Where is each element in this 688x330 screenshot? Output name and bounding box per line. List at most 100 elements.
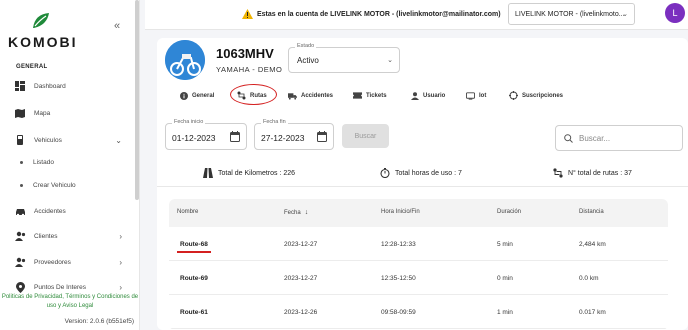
route-68-underline-annotation xyxy=(177,251,211,253)
stat-total-horas: Total horas de uso : 7 xyxy=(380,168,462,178)
logo[interactable]: KOMOBI xyxy=(8,8,78,50)
users-icon xyxy=(14,230,26,242)
app-root: KOMOBI « GENERAL Dashboard Mapa Vehiculo… xyxy=(0,0,688,330)
sidebar-item-label: Listado xyxy=(33,159,54,166)
calendar-icon[interactable] xyxy=(230,131,240,142)
tab-usuario[interactable]: Usuario xyxy=(410,91,445,100)
policy-link[interactable]: Politicas de Privacidad, Términos y Cond… xyxy=(0,293,140,311)
sidebar-item-label: Dashboard xyxy=(34,82,66,90)
chevron-down-icon: ⌄ xyxy=(115,135,122,145)
tab-label: Suscripciones xyxy=(522,92,564,99)
account-warning-text: Estas en la cuenta de LIVELINK MOTOR - (… xyxy=(257,10,501,18)
collapse-sidebar-icon[interactable]: « xyxy=(114,20,120,32)
column-header-nombre[interactable]: Nombre xyxy=(177,209,198,215)
vehicle-image xyxy=(165,40,205,80)
sidebar-item-label: Crear Vehiculo xyxy=(33,182,76,189)
cell-nombre[interactable]: Route-68 xyxy=(180,241,208,248)
cell-hora: 12:28-12:33 xyxy=(381,241,416,248)
sidebar-item-listado[interactable]: Listado xyxy=(20,159,54,166)
vehicle-icon xyxy=(14,134,26,146)
column-header-hora[interactable]: Hora Inicio/Fin xyxy=(381,209,420,215)
tab-general[interactable]: General xyxy=(179,91,214,100)
avatar[interactable]: L xyxy=(665,3,685,23)
users-icon xyxy=(14,256,26,268)
tab-label: General xyxy=(192,92,215,99)
sidebar-item-accidentes[interactable]: Accidentes xyxy=(14,202,130,220)
cell-hora: 09:58-09:59 xyxy=(381,309,416,316)
tab-suscripciones[interactable]: Suscripciones xyxy=(509,91,563,100)
rutas-highlight-annotation xyxy=(230,84,277,105)
chevron-right-icon: › xyxy=(119,282,122,292)
sidebar-item-label: Mapa xyxy=(34,109,51,117)
table-row[interactable]: Route-69 2023-12-27 12:35-12:50 0 min 0.… xyxy=(169,261,668,295)
fecha-inicio-label: Fecha inicio xyxy=(172,119,206,125)
sidebar-scrollbar[interactable] xyxy=(135,0,139,200)
info-icon xyxy=(179,91,188,100)
cell-nombre[interactable]: Route-61 xyxy=(180,309,208,316)
search-input[interactable] xyxy=(579,133,679,143)
cell-distancia: 2,484 km xyxy=(579,241,606,248)
divider xyxy=(157,186,688,187)
sidebar-item-clientes[interactable]: Clientes › xyxy=(14,227,130,245)
chevron-right-icon: › xyxy=(119,257,122,267)
chevron-down-icon: ⌄ xyxy=(387,57,393,64)
map-icon xyxy=(14,107,26,119)
truck-icon xyxy=(288,91,297,100)
vehicle-detail-card: 1063MHV YAMAHA - DEMO Estado Activo ⌄ Ge… xyxy=(157,38,688,330)
stat-total-km: Total de Kilometros : 226 xyxy=(203,168,295,178)
table-row[interactable]: Route-61 2023-12-26 09:58-09:59 1 min 0.… xyxy=(169,295,668,329)
estado-label: Estado xyxy=(295,43,317,49)
sidebar-item-mapa[interactable]: Mapa xyxy=(14,104,130,122)
fecha-fin-field[interactable]: Fecha fin 27-12-2023 xyxy=(254,119,334,150)
ticket-icon xyxy=(353,91,362,100)
cell-distancia: 0.0 km xyxy=(579,275,599,282)
calendar-icon[interactable] xyxy=(317,131,327,142)
sidebar-item-label: Clientes xyxy=(34,232,58,240)
search-box[interactable] xyxy=(555,125,683,151)
brand-name: KOMOBI xyxy=(8,34,78,50)
tab-label: Tickets xyxy=(366,92,387,99)
sidebar-item-proveedores[interactable]: Proveedores › xyxy=(14,253,130,271)
buscar-button[interactable]: Buscar xyxy=(342,124,389,148)
cell-nombre[interactable]: Route-69 xyxy=(180,275,208,282)
user-icon xyxy=(410,91,419,100)
stat-total-rutas-text: N° total de rutas : 37 xyxy=(568,169,632,177)
fecha-fin-value: 27-12-2023 xyxy=(261,133,305,143)
estado-select[interactable]: Estado Activo ⌄ xyxy=(288,43,400,73)
column-header-duracion[interactable]: Duración xyxy=(497,209,521,215)
warning-icon xyxy=(242,9,253,19)
fecha-fin-label: Fecha fin xyxy=(261,119,288,125)
nav-section-label: GENERAL xyxy=(16,64,48,70)
column-header-distancia[interactable]: Distancia xyxy=(579,209,604,215)
table-row[interactable]: Route-68 2023-12-27 12:28-12:33 5 min 2,… xyxy=(169,227,668,261)
cell-hora: 12:35-12:50 xyxy=(381,275,416,282)
sidebar-item-label: Proveedores xyxy=(34,258,71,266)
account-warning: Estas en la cuenta de LIVELINK MOTOR - (… xyxy=(242,9,501,19)
tab-iot[interactable]: Iot xyxy=(466,91,486,100)
sidebar-item-label: Puntos De Interes xyxy=(34,283,87,291)
stopwatch-icon xyxy=(380,168,390,178)
subscription-icon xyxy=(509,91,518,100)
location-pin-icon xyxy=(14,281,26,293)
sidebar-item-crear-vehiculo[interactable]: Crear Vehiculo xyxy=(20,182,76,189)
device-icon xyxy=(466,91,475,100)
tab-tickets[interactable]: Tickets xyxy=(353,91,387,100)
dashboard-icon xyxy=(14,80,26,92)
fecha-inicio-value: 01-12-2023 xyxy=(172,133,216,143)
account-select[interactable]: LIVELINK MOTOR - (livelinkmoto... ⌄ xyxy=(508,3,635,25)
routes-table: Nombre Fecha ↓ Hora Inicio/Fin Duración D… xyxy=(169,199,668,330)
sidebar: KOMOBI « GENERAL Dashboard Mapa Vehiculo… xyxy=(0,0,140,330)
sidebar-item-dashboard[interactable]: Dashboard xyxy=(14,77,130,95)
sidebar-item-vehiculos[interactable]: Vehiculos ⌄ xyxy=(14,131,130,149)
fecha-inicio-field[interactable]: Fecha inicio 01-12-2023 xyxy=(165,119,247,150)
bullet-icon xyxy=(20,161,23,164)
app-version: Version: 2.0.6 (b551ef5) xyxy=(64,318,134,325)
account-select-value: LIVELINK MOTOR - (livelinkmoto... xyxy=(515,10,625,18)
stat-total-horas-text: Total horas de uso : 7 xyxy=(395,169,462,177)
cell-duracion: 0 min xyxy=(497,275,513,282)
column-header-fecha[interactable]: Fecha ↓ xyxy=(284,209,308,216)
tab-accidentes[interactable]: Accidentes xyxy=(288,91,333,100)
cell-fecha: 2023-12-27 xyxy=(284,241,318,248)
search-icon xyxy=(564,133,573,143)
car-crash-icon xyxy=(14,205,26,217)
